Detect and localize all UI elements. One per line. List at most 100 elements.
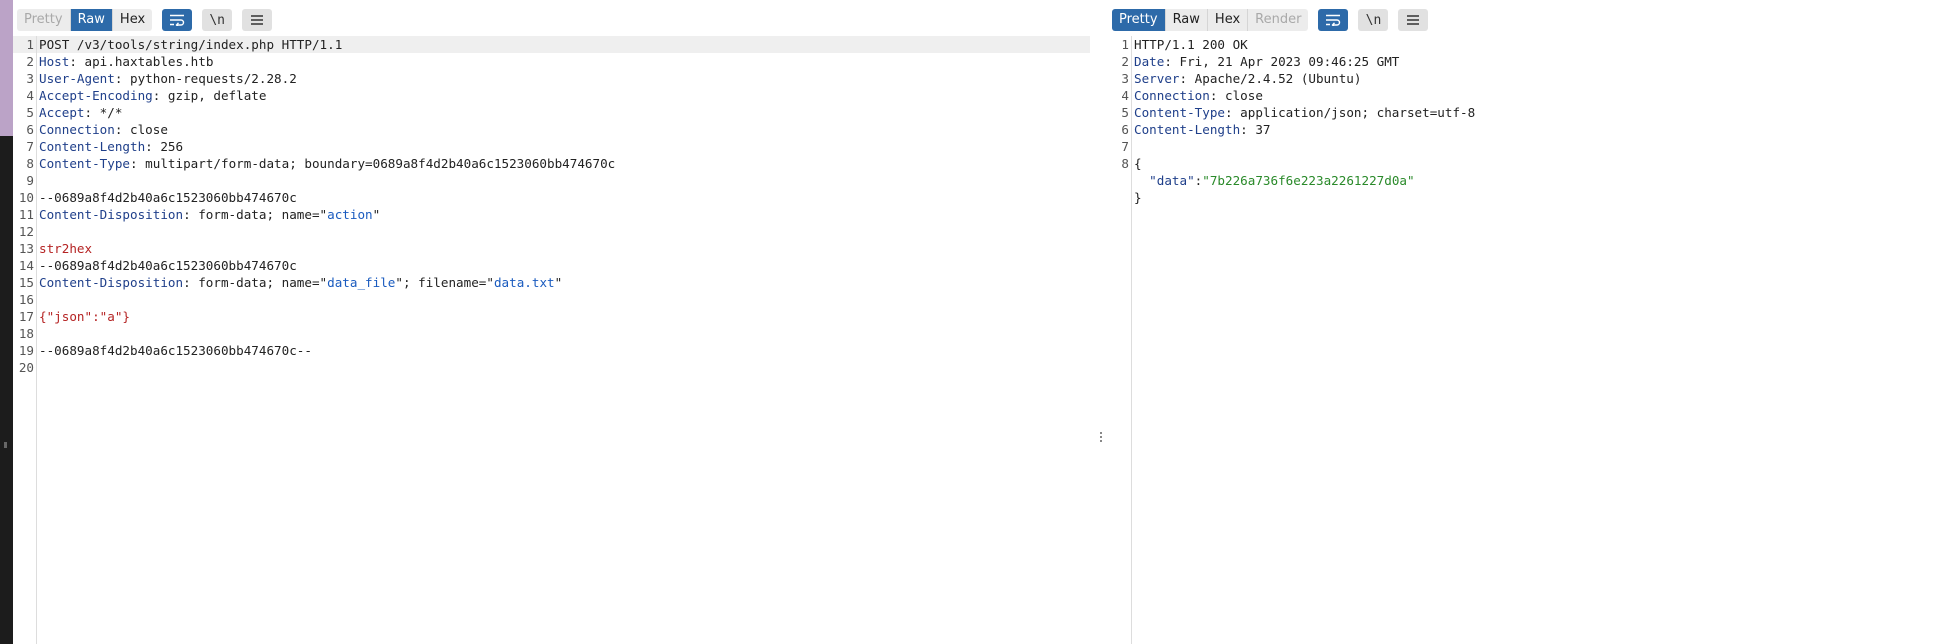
code-line: 17 {"json":"a"} <box>13 308 1090 325</box>
response-toolbar: Pretty Raw Hex Render \n <box>1112 9 1429 31</box>
header-name: Accept-Encoding <box>39 88 153 103</box>
line-text: Content-Disposition: form-data; name="da… <box>34 274 562 291</box>
tab-raw[interactable]: Raw <box>1165 9 1208 31</box>
header-name: Content-Length <box>1134 122 1241 137</box>
line-number: 8 <box>26 156 34 171</box>
code-line: 14 --0689a8f4d2b40a6c1523060bb474670c <box>13 257 1090 274</box>
wrap-lines-icon <box>170 14 185 26</box>
line-text: Content-Disposition: form-data; name="ac… <box>34 206 380 223</box>
edge-marker <box>4 442 7 448</box>
code-line: 5 Accept: */* <box>13 104 1090 121</box>
tab-pretty[interactable]: Pretty <box>1112 9 1166 31</box>
line-number: 14 <box>18 258 34 273</box>
code-line: 11 Content-Disposition: form-data; name="… <box>13 206 1090 223</box>
line-text: {"json":"a"} <box>34 308 130 325</box>
code-line: 1 POST /v3/tools/string/index.php HTTP/1.… <box>13 36 1090 53</box>
line-text: Connection: close <box>34 121 168 138</box>
line-text: --0689a8f4d2b40a6c1523060bb474670c-- <box>34 342 312 359</box>
header-name: Content-Type <box>39 156 130 171</box>
line-text: Date: Fri, 21 Apr 2023 09:46:25 GMT <box>1129 53 1399 70</box>
header-name: Content-Length <box>39 139 146 154</box>
tab-pretty[interactable]: Pretty <box>17 9 71 31</box>
request-editor[interactable]: 1 POST /v3/tools/string/index.php HTTP/1.… <box>13 36 1090 644</box>
line-text: --0689a8f4d2b40a6c1523060bb474670c <box>34 257 297 274</box>
line-text: Content-Type: application/json; charset=… <box>1129 104 1475 121</box>
tab-raw[interactable]: Raw <box>70 9 113 31</box>
text-segment: : Fri, 21 Apr 2023 09:46:25 GMT <box>1164 54 1400 69</box>
request-view-tabs: Pretty Raw Hex <box>17 9 153 31</box>
code-line: "data":"7b226a736f6e223a2261227d0a" <box>1108 172 1949 189</box>
line-text: HTTP/1.1 200 OK <box>1129 36 1248 53</box>
line-text: Content-Length: 37 <box>1129 121 1271 138</box>
background-window-strip <box>0 0 13 136</box>
text-segment: : */* <box>84 105 123 120</box>
text-segment: { <box>1134 156 1142 171</box>
line-number: 11 <box>18 207 34 222</box>
show-newlines-button[interactable]: \n <box>1358 9 1389 31</box>
word-wrap-button[interactable] <box>162 9 193 31</box>
header-name: "data" <box>1149 173 1195 188</box>
line-text: "data":"7b226a736f6e223a2261227d0a" <box>1129 172 1415 189</box>
text-segment: : gzip, deflate <box>152 88 267 103</box>
show-newlines-button[interactable]: \n <box>202 9 233 31</box>
line-number: 9 <box>26 173 34 188</box>
line-text: User-Agent: python-requests/2.28.2 <box>34 70 297 87</box>
line-text: Accept: */* <box>34 104 122 121</box>
text-segment: "; filename=" <box>395 275 494 290</box>
code-line: 16 <box>13 291 1090 308</box>
line-number: 4 <box>26 88 34 103</box>
tab-render[interactable]: Render <box>1248 9 1309 31</box>
code-line: 5 Content-Type: application/json; charset… <box>1108 104 1949 121</box>
code-line: 15 Content-Disposition: form-data; name="… <box>13 274 1090 291</box>
text-segment: : form-data; name=" <box>183 207 328 222</box>
code-line: 20 <box>13 359 1090 376</box>
text-segment: --0689a8f4d2b40a6c1523060bb474670c-- <box>39 343 312 358</box>
code-line: } <box>1108 189 1949 206</box>
response-view-tabs: Pretty Raw Hex Render <box>1112 9 1309 31</box>
code-line: 9 <box>13 172 1090 189</box>
line-text: Accept-Encoding: gzip, deflate <box>34 87 266 104</box>
code-line: 7 <box>1108 138 1949 155</box>
code-line: 4 Accept-Encoding: gzip, deflate <box>13 87 1090 104</box>
header-name: Accept <box>39 105 85 120</box>
code-line: 2 Host: api.haxtables.htb <box>13 53 1090 70</box>
response-editor[interactable]: 1 HTTP/1.1 200 OK 2 Date: Fri, 21 Apr 2023 … <box>1108 36 1949 644</box>
line-number: 8 <box>1121 156 1129 171</box>
pane-splitter-handle[interactable] <box>1100 430 1104 444</box>
word-wrap-button[interactable] <box>1318 9 1349 31</box>
text-segment <box>1134 173 1149 188</box>
text-segment: : 256 <box>145 139 184 154</box>
code-line: 18 <box>13 325 1090 342</box>
line-number <box>1108 189 1129 206</box>
line-number: 7 <box>1121 139 1129 154</box>
line-number: 6 <box>26 122 34 137</box>
line-number: 7 <box>26 139 34 154</box>
line-number: 17 <box>18 309 34 324</box>
tab-hex[interactable]: Hex <box>112 9 153 31</box>
line-number: 3 <box>1121 71 1129 86</box>
hamburger-menu-icon <box>251 15 264 25</box>
line-number: 20 <box>18 360 34 375</box>
line-number: 2 <box>26 54 34 69</box>
line-number: 19 <box>18 343 34 358</box>
header-name: Date <box>1134 54 1165 69</box>
header-name: Content-Disposition <box>39 275 184 290</box>
string-value: "7b226a736f6e223a2261227d0a" <box>1202 173 1415 188</box>
line-number: 16 <box>18 292 34 307</box>
options-menu-button[interactable] <box>1398 9 1429 31</box>
wrap-lines-icon <box>1326 14 1341 26</box>
line-number: 13 <box>18 241 34 256</box>
response-pane: Pretty Raw Hex Render \n 1 HTTP/1.1 200 OK 2 D… <box>1108 0 1949 644</box>
code-line: 7 Content-Length: 256 <box>13 138 1090 155</box>
line-number: 6 <box>1121 122 1129 137</box>
line-number-gutter <box>36 36 37 644</box>
header-name: Server <box>1134 71 1180 86</box>
line-number: 12 <box>18 224 34 239</box>
code-line: 2 Date: Fri, 21 Apr 2023 09:46:25 GMT <box>1108 53 1949 70</box>
tab-hex[interactable]: Hex <box>1207 9 1249 31</box>
options-menu-button[interactable] <box>242 9 273 31</box>
line-number: 10 <box>18 190 34 205</box>
code-line: 8 Content-Type: multipart/form-data; boun… <box>13 155 1090 172</box>
line-text: Server: Apache/2.4.52 (Ubuntu) <box>1129 70 1361 87</box>
line-number: 4 <box>1121 88 1129 103</box>
